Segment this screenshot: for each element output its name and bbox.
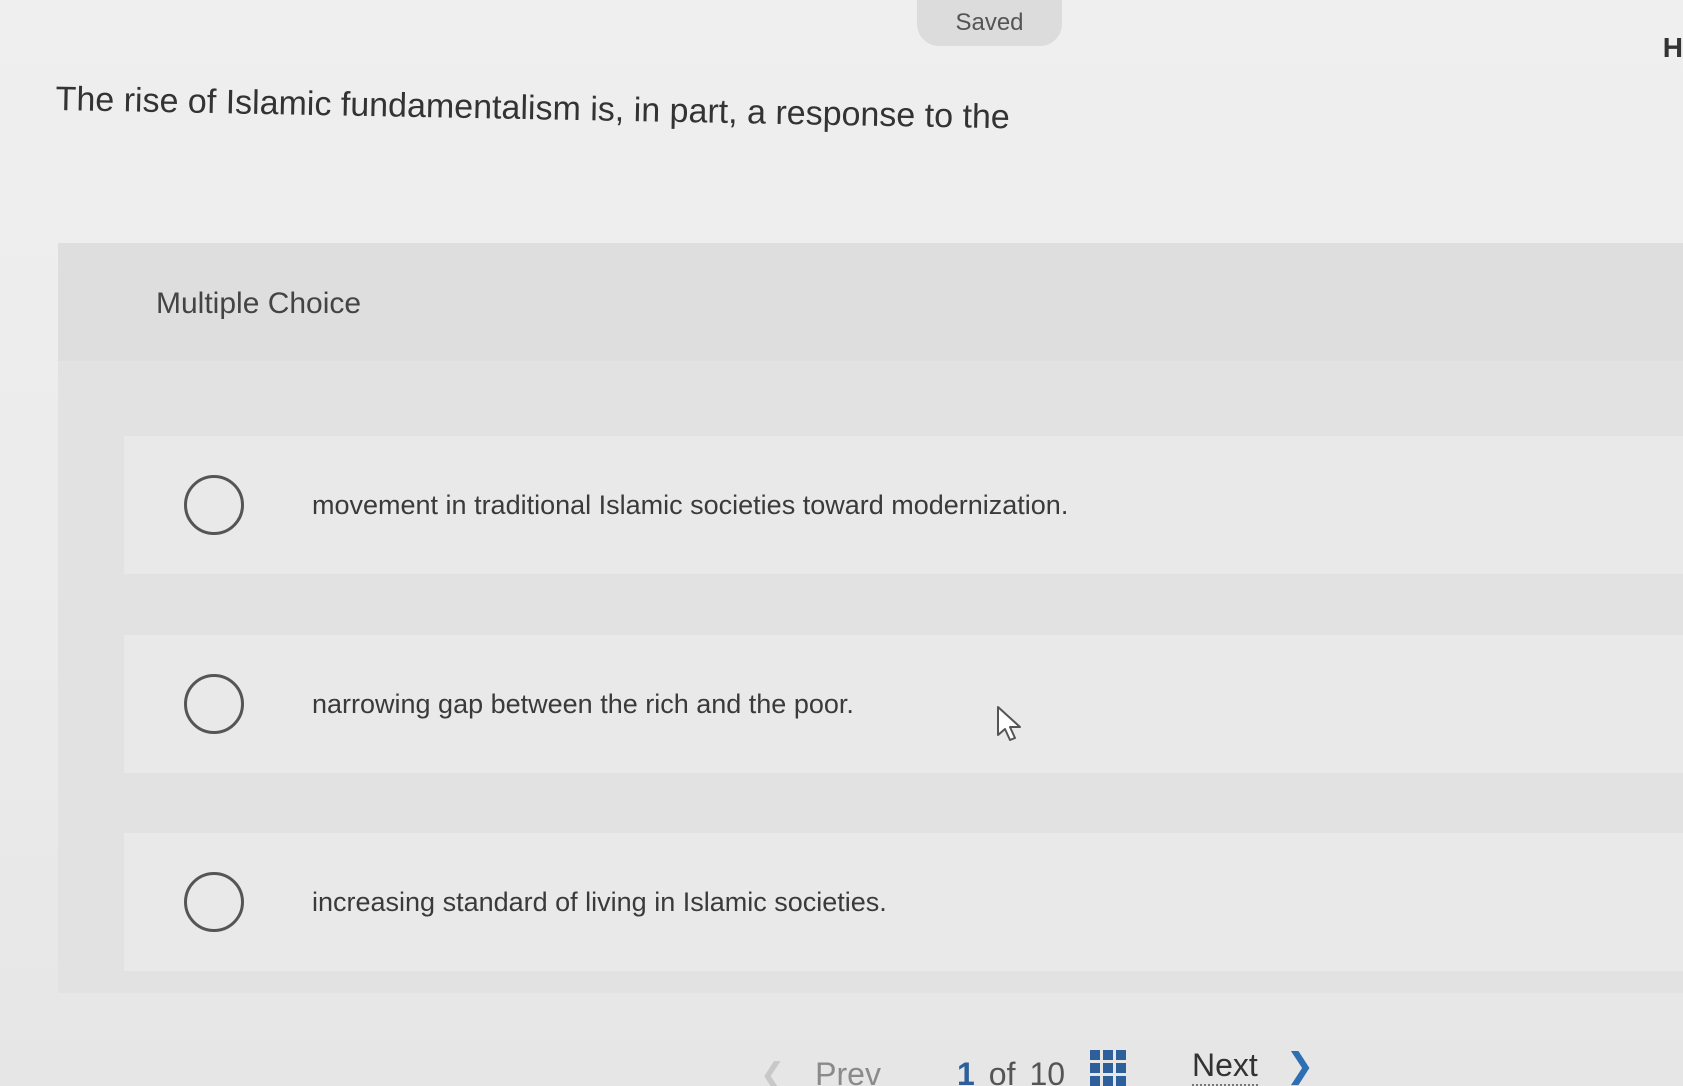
of-label: of xyxy=(988,1056,1016,1086)
answer-option-label: movement in traditional Islamic societie… xyxy=(312,489,1069,520)
answer-option-1[interactable]: movement in traditional Islamic societie… xyxy=(124,436,1683,574)
chevron-left-icon: ❮ xyxy=(760,1058,786,1086)
saved-status-badge: Saved xyxy=(917,0,1062,46)
radio-button-icon[interactable] xyxy=(184,872,244,932)
answer-panel: Multiple Choice movement in traditional … xyxy=(58,243,1683,993)
current-page: 1 xyxy=(957,1056,975,1086)
total-pages: 10 xyxy=(1029,1056,1066,1086)
chevron-right-icon: ❯ xyxy=(1285,1047,1315,1085)
answer-panel-header: Multiple Choice xyxy=(58,243,1683,361)
answer-option-label: increasing standard of living in Islamic… xyxy=(312,886,887,917)
grid-icon[interactable] xyxy=(1090,1050,1126,1086)
question-navigation: ❮ Prev 1 of 10 Next ❯ xyxy=(0,1040,1683,1086)
answer-option-2[interactable]: narrowing gap between the rich and the p… xyxy=(124,635,1683,773)
next-label: Next xyxy=(1192,1047,1258,1086)
answer-option-3[interactable]: increasing standard of living in Islamic… xyxy=(124,833,1683,971)
prev-button[interactable]: ❮ Prev xyxy=(760,1056,881,1086)
prev-label: Prev xyxy=(815,1056,881,1086)
saved-status-label: Saved xyxy=(955,9,1024,36)
question-prompt: The rise of Islamic fundamentalism is, i… xyxy=(55,80,1011,137)
assessment-page: Saved H The rise of Islamic fundamentali… xyxy=(0,0,1683,1086)
radio-button-icon[interactable] xyxy=(184,674,244,734)
question-type-label: Multiple Choice xyxy=(156,287,362,320)
mouse-pointer-icon xyxy=(997,706,1021,741)
page-counter: 1 of 10 xyxy=(957,1056,1065,1086)
radio-button-icon[interactable] xyxy=(184,475,244,535)
corner-letter: H xyxy=(1662,32,1683,63)
answer-option-label: narrowing gap between the rich and the p… xyxy=(312,688,854,719)
next-button[interactable]: Next ❯ xyxy=(1192,1046,1314,1086)
